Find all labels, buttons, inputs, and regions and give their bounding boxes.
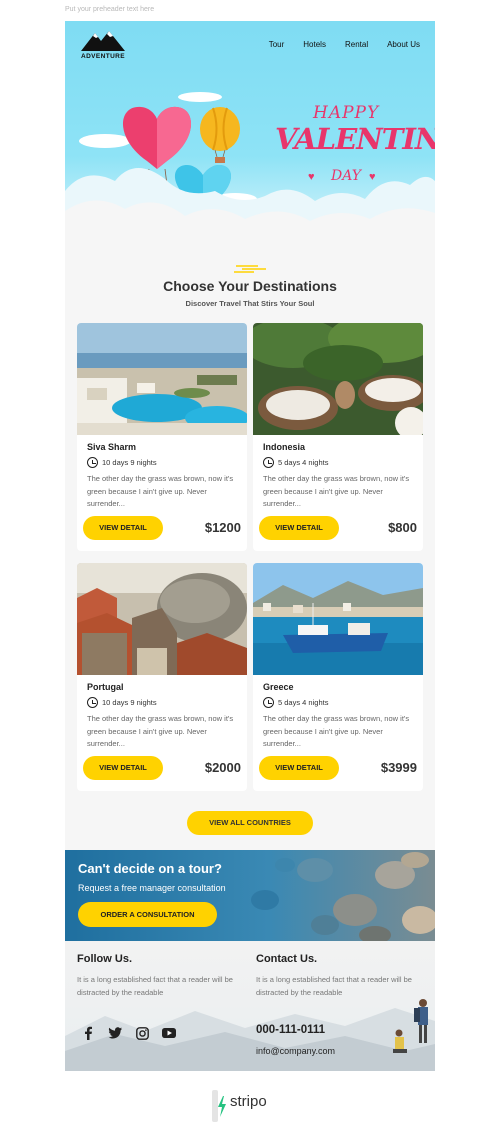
- clock-icon: [263, 697, 274, 708]
- contact-text: It is a long established fact that a rea…: [256, 975, 412, 997]
- preheader-text: Put your preheader text here: [65, 6, 155, 13]
- view-detail-button[interactable]: VIEW DETAIL: [259, 516, 339, 540]
- price: $3999: [380, 760, 417, 775]
- view-detail-button[interactable]: VIEW DETAIL: [83, 756, 163, 780]
- nav-tour[interactable]: Tour: [269, 40, 285, 49]
- destination-card-portugal: Portugal 10 days 9 nights The other day …: [77, 563, 247, 791]
- clock-icon: [87, 457, 98, 468]
- phone-number[interactable]: 000-111-0111: [256, 1024, 325, 1036]
- social-links: [79, 1024, 178, 1042]
- destination-description: The other day the grass was brown, now i…: [263, 714, 410, 748]
- section-title: Choose Your Destinations: [163, 278, 337, 294]
- email-body: ADVENTURE Tour Hotels Rental About Us HA…: [65, 21, 435, 1071]
- destination-card-siva-sharm: Siva Sharm 10 days 9 nights The other da…: [77, 323, 247, 551]
- instagram-icon[interactable]: [133, 1024, 151, 1042]
- price: $800: [388, 520, 417, 535]
- follow-text: It is a long established fact that a rea…: [77, 975, 233, 997]
- price: $1200: [204, 520, 241, 535]
- view-all-countries-button[interactable]: VIEW ALL COUNTRIES: [187, 811, 313, 835]
- follow-title: Follow Us.: [77, 953, 132, 965]
- clouds-decoration: [65, 167, 435, 246]
- hero-happy: HAPPY: [313, 103, 380, 123]
- view-detail-button[interactable]: VIEW DETAIL: [83, 516, 163, 540]
- hero-banner: ADVENTURE Tour Hotels Rental About Us HA…: [65, 21, 435, 246]
- section-subtitle: Discover Travel That Stirs Your Soul: [185, 299, 315, 308]
- youtube-icon[interactable]: [160, 1024, 178, 1042]
- cta-subtitle: Request a free manager consultation: [78, 883, 226, 893]
- destination-card-indonesia: Indonesia 5 days 4 nights The other day …: [253, 323, 423, 551]
- cta-title: Can't decide on a tour?: [78, 861, 222, 876]
- destination-name: Greece: [263, 682, 294, 692]
- order-consultation-button[interactable]: ORDER A CONSULTATION: [78, 902, 217, 927]
- destination-name: Siva Sharm: [87, 442, 137, 452]
- logo[interactable]: ADVENTURE: [77, 29, 129, 63]
- price: $2000: [204, 760, 241, 775]
- duration: 10 days 9 nights: [87, 457, 157, 468]
- nav-hotels[interactable]: Hotels: [303, 40, 326, 49]
- duration-text: 10 days 9 nights: [102, 458, 157, 467]
- logo-text: ADVENTURE: [80, 53, 126, 60]
- email-address[interactable]: info@company.com: [256, 1046, 335, 1056]
- destination-photo[interactable]: [253, 323, 423, 435]
- destination-name: Portugal: [87, 682, 124, 692]
- nav-rental[interactable]: Rental: [345, 40, 368, 49]
- destination-description: The other day the grass was brown, now i…: [263, 474, 410, 508]
- nav-about-us[interactable]: About Us: [387, 40, 420, 49]
- duration: 5 days 4 nights: [263, 697, 328, 708]
- mountain-icon: [81, 31, 125, 51]
- duration: 10 days 9 nights: [87, 697, 157, 708]
- footer: Follow Us. It is a long established fact…: [65, 941, 435, 1071]
- destination-description: The other day the grass was brown, now i…: [87, 474, 234, 508]
- duration-text: 5 days 4 nights: [278, 458, 329, 467]
- clock-icon: [87, 697, 98, 708]
- destination-description: The other day the grass was brown, now i…: [87, 714, 234, 748]
- stripo-logo-icon: [212, 1090, 226, 1122]
- clock-icon: [263, 457, 274, 468]
- duration-text: 10 days 9 nights: [102, 698, 157, 707]
- destination-photo[interactable]: [77, 563, 247, 675]
- facebook-icon[interactable]: [79, 1024, 97, 1042]
- contact-title: Contact Us.: [256, 953, 318, 965]
- duration-text: 5 days 4 nights: [278, 698, 329, 707]
- stripo-badge[interactable]: stripo: [212, 1090, 288, 1122]
- twitter-icon[interactable]: [106, 1024, 124, 1042]
- destination-card-greece: Greece 5 days 4 nights The other day the…: [253, 563, 423, 791]
- destination-photo[interactable]: [253, 563, 423, 675]
- consultation-banner: Can't decide on a tour? Request a free m…: [65, 850, 435, 941]
- destination-photo[interactable]: [77, 323, 247, 435]
- duration: 5 days 4 nights: [263, 457, 328, 468]
- view-detail-button[interactable]: VIEW DETAIL: [259, 756, 339, 780]
- destination-name: Indonesia: [263, 442, 306, 452]
- plane-trail-icon: [234, 265, 266, 273]
- stripo-text: stripo: [230, 1093, 267, 1110]
- top-nav: Tour Hotels Rental About Us: [250, 40, 420, 49]
